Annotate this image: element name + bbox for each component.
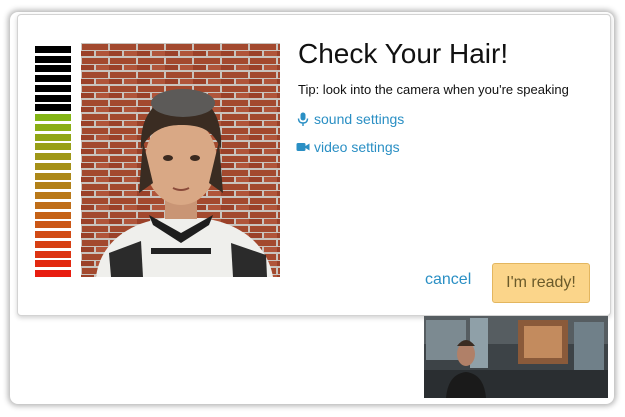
meter-segment <box>35 153 71 160</box>
audio-level-meter <box>35 43 71 277</box>
meter-segment <box>35 240 71 248</box>
meter-segment <box>35 201 71 209</box>
meter-segment <box>35 182 71 190</box>
meter-segment <box>35 143 71 151</box>
meter-segment <box>35 84 71 92</box>
meter-segment <box>35 133 71 141</box>
video-settings-link[interactable]: video settings <box>296 139 400 155</box>
meter-segment <box>35 192 71 199</box>
sound-settings-link[interactable]: sound settings <box>296 111 404 127</box>
meter-segment <box>35 114 71 121</box>
video-settings-label: video settings <box>314 139 400 155</box>
meter-segment <box>35 75 71 82</box>
meter-segment <box>35 65 71 73</box>
meter-segment <box>35 94 71 102</box>
dialog-title: Check Your Hair! <box>298 38 509 69</box>
video-camera-icon <box>296 140 310 154</box>
tip-text: Tip: look into the camera when you're sp… <box>298 82 569 97</box>
sound-settings-label: sound settings <box>314 111 405 127</box>
im-ready-button[interactable]: I'm ready! <box>492 263 590 303</box>
cancel-button[interactable]: cancel <box>425 271 471 289</box>
meter-segment <box>35 270 71 277</box>
meter-segment <box>35 260 71 268</box>
meter-segment <box>35 123 71 131</box>
meter-segment <box>35 104 71 112</box>
meter-segment <box>35 55 71 63</box>
meter-segment <box>35 172 71 180</box>
meter-segment <box>35 231 71 238</box>
camera-preview <box>81 43 280 277</box>
microphone-icon <box>296 112 310 126</box>
meter-segment <box>35 211 71 219</box>
meter-segment <box>35 45 71 53</box>
meter-segment <box>35 162 71 170</box>
self-view-video <box>424 316 608 398</box>
meter-segment <box>35 221 71 229</box>
meter-segment <box>35 250 71 258</box>
